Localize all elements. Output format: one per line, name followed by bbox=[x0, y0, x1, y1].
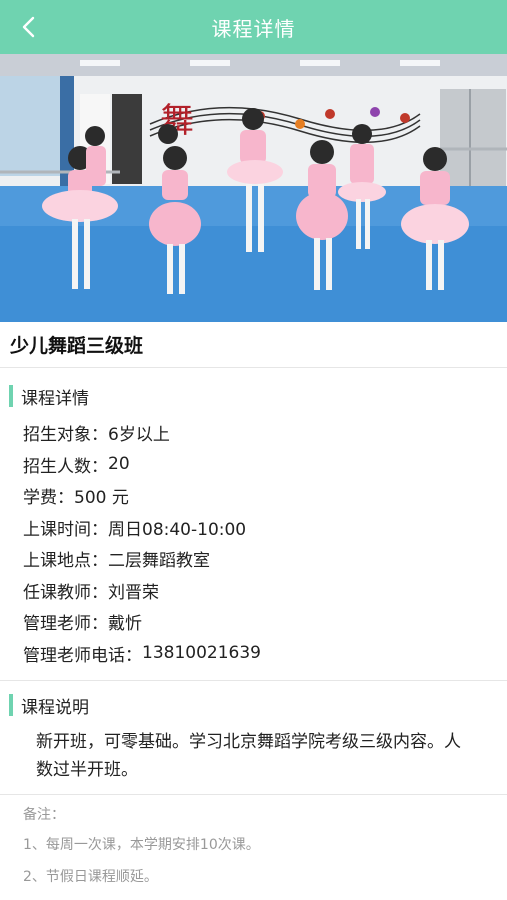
info-row-manager-phone: 管理老师电话： 13810021639 bbox=[23, 638, 493, 670]
info-value: 戴忻 bbox=[108, 614, 142, 635]
info-row-location: 上课地点： 二层舞蹈教室 bbox=[23, 543, 493, 575]
info-row-time: 上课时间： 周日08:40-10:00 bbox=[23, 512, 493, 544]
notes-block: 备注： 1、每周一次课，本学期安排10次课。 2、节假日课程顺延。 bbox=[23, 800, 493, 892]
course-info-list: 招生对象： 6岁以上 招生人数： 20 学费： 500 元 上课时间： 周日08… bbox=[23, 417, 493, 669]
back-button[interactable] bbox=[12, 10, 46, 44]
chevron-left-icon bbox=[22, 16, 35, 38]
info-key: 上课地点： bbox=[23, 551, 108, 572]
notes-heading: 备注： bbox=[23, 807, 65, 823]
section-accent-bar bbox=[9, 385, 13, 407]
divider bbox=[0, 680, 507, 681]
info-key: 招生对象： bbox=[23, 425, 108, 446]
info-row-capacity: 招生人数： 20 bbox=[23, 449, 493, 481]
details-section-header: 课程详情 bbox=[0, 382, 507, 410]
note-item: 2、节假日课程顺延。 bbox=[23, 869, 158, 885]
info-value: 6岁以上 bbox=[108, 425, 170, 446]
description-section-header: 课程说明 bbox=[0, 691, 507, 719]
course-name: 少儿舞蹈三级班 bbox=[0, 322, 507, 368]
info-value: 二层舞蹈教室 bbox=[108, 551, 210, 572]
manager-phone-link[interactable]: 13810021639 bbox=[142, 643, 261, 663]
note-item: 1、每周一次课，本学期安排10次课。 bbox=[23, 837, 260, 853]
course-photo: 舞 bbox=[0, 54, 507, 322]
info-key: 任课教师： bbox=[23, 582, 108, 603]
info-row-audience: 招生对象： 6岁以上 bbox=[23, 417, 493, 449]
info-key: 上课时间： bbox=[23, 519, 108, 540]
info-key: 招生人数： bbox=[23, 456, 108, 477]
info-value: 500 元 bbox=[74, 488, 129, 509]
info-row-teacher: 任课教师： 刘晋荣 bbox=[23, 575, 493, 607]
info-value: 20 bbox=[108, 454, 130, 475]
page-title: 课程详情 bbox=[211, 16, 296, 41]
info-value: 刘晋荣 bbox=[108, 582, 159, 603]
info-row-fee: 学费： 500 元 bbox=[23, 480, 493, 512]
section-accent-bar bbox=[9, 694, 13, 716]
top-header: 课程详情 bbox=[0, 0, 507, 54]
details-section-title: 课程详情 bbox=[21, 388, 89, 409]
info-value: 周日08:40-10:00 bbox=[108, 519, 247, 540]
info-key: 管理老师电话： bbox=[23, 645, 142, 666]
info-key: 管理老师： bbox=[23, 614, 108, 635]
course-description: 新开班，可零基础。学习北京舞蹈学院考级三级内容。人数过半开班。 bbox=[36, 732, 461, 780]
description-section-title: 课程说明 bbox=[21, 697, 89, 718]
info-key: 学费： bbox=[23, 488, 74, 509]
info-row-manager: 管理老师： 戴忻 bbox=[23, 606, 493, 638]
divider bbox=[0, 794, 507, 795]
